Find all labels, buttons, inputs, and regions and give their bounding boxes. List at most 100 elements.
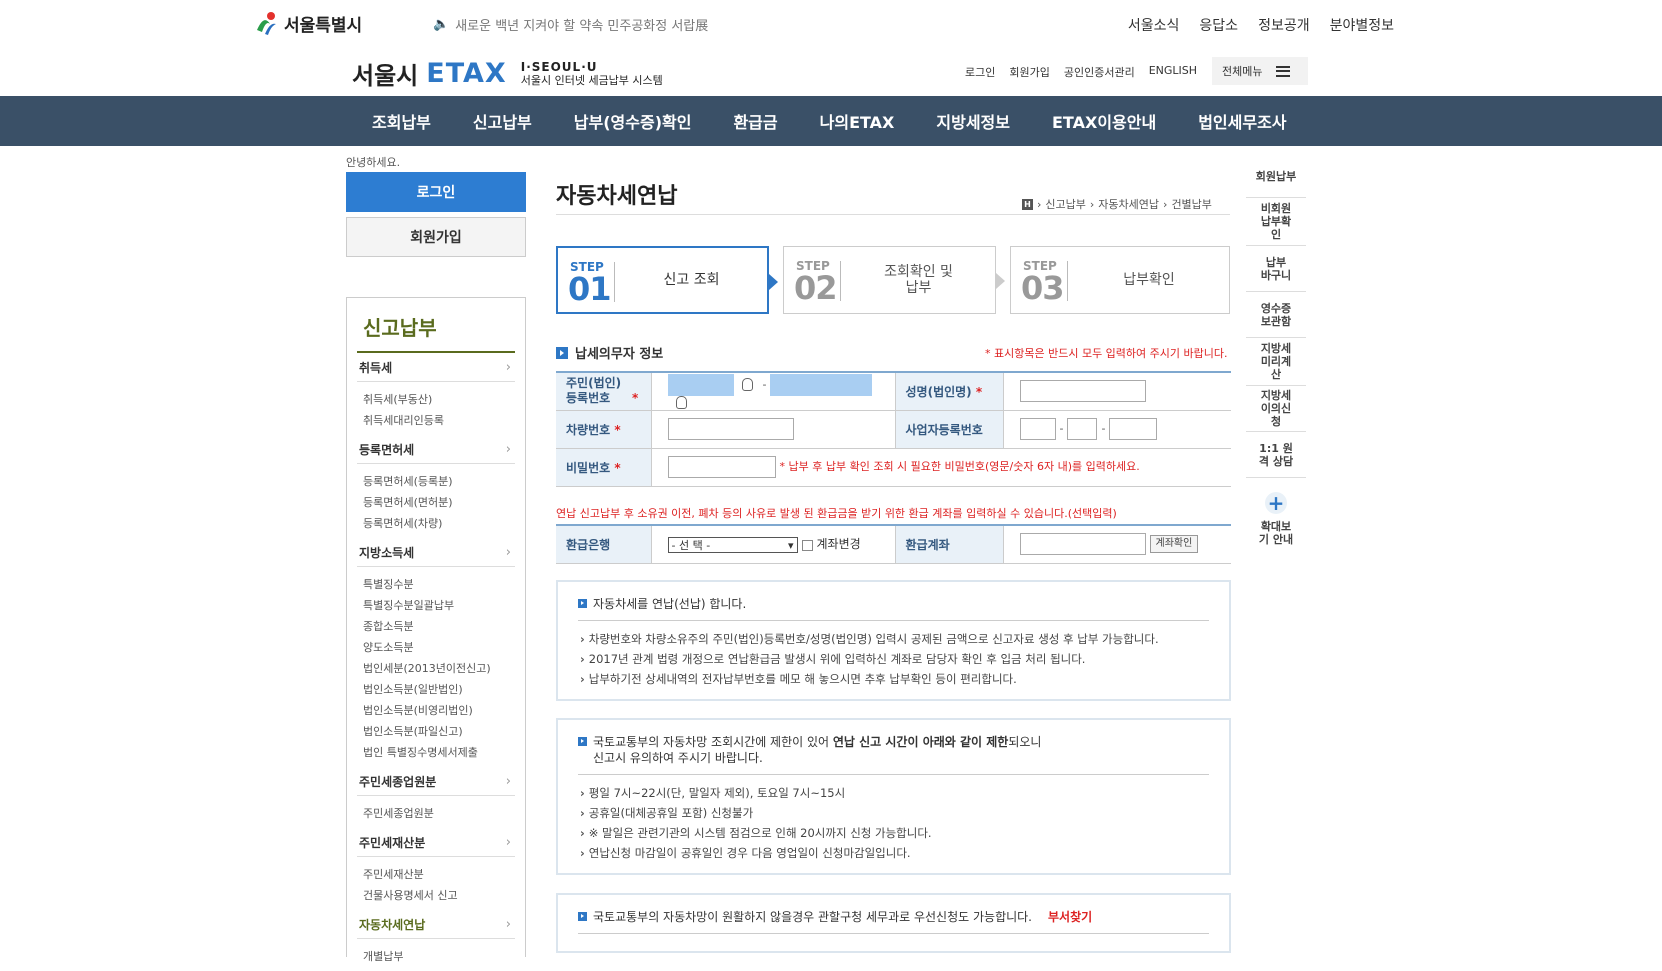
side-subitem[interactable]: 주민세재산분 xyxy=(363,864,515,885)
side-group-local-income-tax[interactable]: 지방소득세 › xyxy=(357,538,515,567)
quick-tax-calculator[interactable]: 지방세 미리계산 xyxy=(1246,338,1306,386)
side-subitem[interactable]: 법인소득분(파일신고) xyxy=(363,721,515,742)
quick-pay-basket[interactable]: 납부 바구니 xyxy=(1246,246,1306,292)
side-sublist: 등록면허세(등록분) 등록면허세(면허분) 등록면허세(차량) xyxy=(357,464,515,538)
label-refund-bank: 환급은행 xyxy=(556,525,652,564)
util-english[interactable]: ENGLISH xyxy=(1149,64,1197,80)
gnb-item-local-tax-info[interactable]: 지방세정보 xyxy=(936,109,1010,133)
biz-no-input-2[interactable] xyxy=(1067,418,1098,440)
biz-no-input-3[interactable] xyxy=(1109,418,1158,440)
side-subitem[interactable]: 등록면허세(차량) xyxy=(363,513,515,534)
link-info-disclosure[interactable]: 정보공개 xyxy=(1258,15,1310,35)
gnb-item-receipt[interactable]: 납부(영수증)확인 xyxy=(574,109,692,133)
section-title: 납세의무자 정보 xyxy=(575,347,664,362)
side-subitem[interactable]: 주민세종업원분 xyxy=(363,803,515,824)
form-row: 환급은행 - 선 택 - ▾ 계좌변경 환급계좌 계좌확인 xyxy=(556,525,1231,564)
all-menu-button[interactable]: 전체메뉴 xyxy=(1212,57,1308,85)
account-confirm-button[interactable]: 계좌확인 xyxy=(1149,535,1199,554)
side-subitem[interactable]: 등록면허세(등록분) xyxy=(363,471,515,492)
side-subitem[interactable]: 법인 특별징수명세서제출 xyxy=(363,742,515,763)
quick-receipt-box[interactable]: 영수증 보관함 xyxy=(1246,292,1306,338)
refund-account-input[interactable] xyxy=(1019,533,1146,556)
etax-logo[interactable]: 서울시 ETAX I·SEOUL·U 서울시 인터넷 세금납부 시스템 xyxy=(352,56,663,91)
breadcrumb-item[interactable]: 자동차세연납 xyxy=(1098,196,1159,212)
password-cell: * 납부 후 납부 확인 조회 시 필요한 비밀번호(영문/숫자 6자 내)를 … xyxy=(651,448,1231,487)
gnb-item-my-etax[interactable]: 나의ETAX xyxy=(820,109,895,133)
all-menu-label: 전체메뉴 xyxy=(1222,65,1263,78)
info-item: 공휴일(대체공휴일 포함) 신청불가 xyxy=(578,803,1209,823)
quick-zoom-guide[interactable]: + 확대보기 안내 xyxy=(1246,478,1306,546)
step-arrow-icon xyxy=(769,274,778,290)
link-field-info[interactable]: 분야별정보 xyxy=(1330,15,1394,35)
info-box-office: 국토교통부의 자동차망이 원활하지 않을경우 관할구청 세무과로 우선신청도 가… xyxy=(556,893,1231,953)
info-item: ※ 말일은 관련기관의 시스템 점검으로 인해 20시까지 신청 가능합니다. xyxy=(578,823,1209,843)
side-sublist: 주민세재산분 건물사용명세서 신고 xyxy=(357,857,515,910)
find-department-link[interactable]: 부서찾기 xyxy=(1048,909,1092,925)
seoul-city-logo[interactable]: 서울특별시 xyxy=(254,10,362,36)
name-label: 성명(법인명) xyxy=(905,384,972,399)
biz-no-input-1[interactable] xyxy=(1019,418,1056,440)
side-menu-title: 신고납부 xyxy=(357,298,515,353)
side-group-acquisition-tax[interactable]: 취득세 › xyxy=(357,353,515,382)
refund-bank-select[interactable]: - 선 택 - ▾ xyxy=(667,537,798,554)
brand-name-kr: 서울시 xyxy=(352,62,419,90)
util-join[interactable]: 회원가입 xyxy=(1009,64,1049,80)
side-subitem[interactable]: 종합소득분 xyxy=(363,616,515,637)
name-input[interactable] xyxy=(1019,380,1146,403)
side-subitem[interactable]: 특별징수분 xyxy=(363,574,515,595)
resident-no-first-input[interactable] xyxy=(667,373,734,396)
quick-guest-pay-check[interactable]: 비회원 납부확인 xyxy=(1246,198,1306,246)
required-mark: * xyxy=(614,422,621,437)
link-seoul-news[interactable]: 서울소식 xyxy=(1128,15,1180,35)
side-group-property-tax[interactable]: 주민세재산분 › xyxy=(357,828,515,857)
caret-down-icon: ▾ xyxy=(787,538,794,552)
gnb-item-report-pay[interactable]: 신고납부 xyxy=(473,109,532,133)
breadcrumb-sep: › xyxy=(1089,197,1095,211)
side-subitem[interactable]: 취득세(부동산) xyxy=(363,389,515,410)
side-group-registration-tax[interactable]: 등록면허세 › xyxy=(357,435,515,464)
gnb-item-etax-guide[interactable]: ETAX이용안내 xyxy=(1052,109,1156,133)
quick-tax-objection[interactable]: 지방세 이의신청 xyxy=(1246,386,1306,432)
hand-pointer-icon xyxy=(741,378,753,391)
gnb-item-refund[interactable]: 환급금 xyxy=(733,109,777,133)
info-box-title: 국토교통부의 자동차망 조회시간에 제한이 있어 연납 신고 시간이 아래와 같… xyxy=(593,734,1041,766)
car-no-input[interactable] xyxy=(667,418,794,440)
side-subitem[interactable]: 법인소득분(일반법인) xyxy=(363,679,515,700)
side-subitem[interactable]: 등록면허세(면허분) xyxy=(363,492,515,513)
resident-no-cell: - xyxy=(651,372,896,411)
title-divider xyxy=(556,214,1230,215)
link-eungdapso[interactable]: 응답소 xyxy=(1199,15,1238,35)
util-cert-manage[interactable]: 공인인증서관리 xyxy=(1064,64,1135,80)
login-button[interactable]: 로그인 xyxy=(346,172,526,212)
info-item: 평일 7시~22시(단, 말일자 제외), 토요일 7시~15시 xyxy=(578,783,1209,803)
notice-banner[interactable]: 🔈 새로운 백년 지켜야 할 약속 민주공화정 서랍展 xyxy=(433,15,708,34)
brand-subtitle: I·SEOUL·U 서울시 인터넷 세금납부 시스템 xyxy=(521,60,663,87)
side-subitem[interactable]: 특별징수분일괄납부 xyxy=(363,595,515,616)
gnb-item-inquiry-pay[interactable]: 조회납부 xyxy=(372,109,431,133)
breadcrumb-item[interactable]: 신고납부 xyxy=(1045,196,1085,212)
home-icon[interactable]: H xyxy=(1022,198,1033,210)
dash: - xyxy=(1101,422,1106,435)
info-box-title-emphasis: 연납 신고 시간이 아래와 같이 제한 xyxy=(832,735,1009,749)
quick-remote-consult[interactable]: 1:1 원격 상담 xyxy=(1246,432,1306,478)
side-group-car-tax-annual[interactable]: 자동차세연납 › xyxy=(357,910,515,939)
quick-member-pay[interactable]: 회원납부 xyxy=(1246,156,1306,198)
util-login[interactable]: 로그인 xyxy=(965,64,995,80)
step-divider xyxy=(1067,261,1068,301)
gnb-item-corp-audit[interactable]: 법인세무조사 xyxy=(1198,109,1286,133)
join-button[interactable]: 회원가입 xyxy=(346,217,526,257)
resident-no-second-input[interactable] xyxy=(770,373,873,396)
side-subitem[interactable]: 건물사용명세서 신고 xyxy=(363,885,515,906)
side-group-employee-tax[interactable]: 주민세종업원분 › xyxy=(357,767,515,796)
required-note: * 표시항목은 반드시 모두 입력하여 주시기 바랍니다. xyxy=(985,347,1228,360)
side-subitem[interactable]: 양도소득분 xyxy=(363,637,515,658)
account-change-checkbox[interactable] xyxy=(801,539,813,551)
side-subitem[interactable]: 법인세분(2013년이전신고) xyxy=(363,658,515,679)
side-subitem[interactable]: 개별납부 xyxy=(363,946,515,967)
side-subitem[interactable]: 법인소득분(비영리법인) xyxy=(363,700,515,721)
step-divider xyxy=(840,261,841,301)
side-subitem[interactable]: 취득세대리인등록 xyxy=(363,410,515,431)
biz-no-cell: -- xyxy=(1003,410,1231,449)
password-input[interactable] xyxy=(667,456,776,478)
info-item: 2017년 관계 법령 개정으로 연납환급금 발생시 위에 입력하신 계좌로 담… xyxy=(578,649,1209,669)
